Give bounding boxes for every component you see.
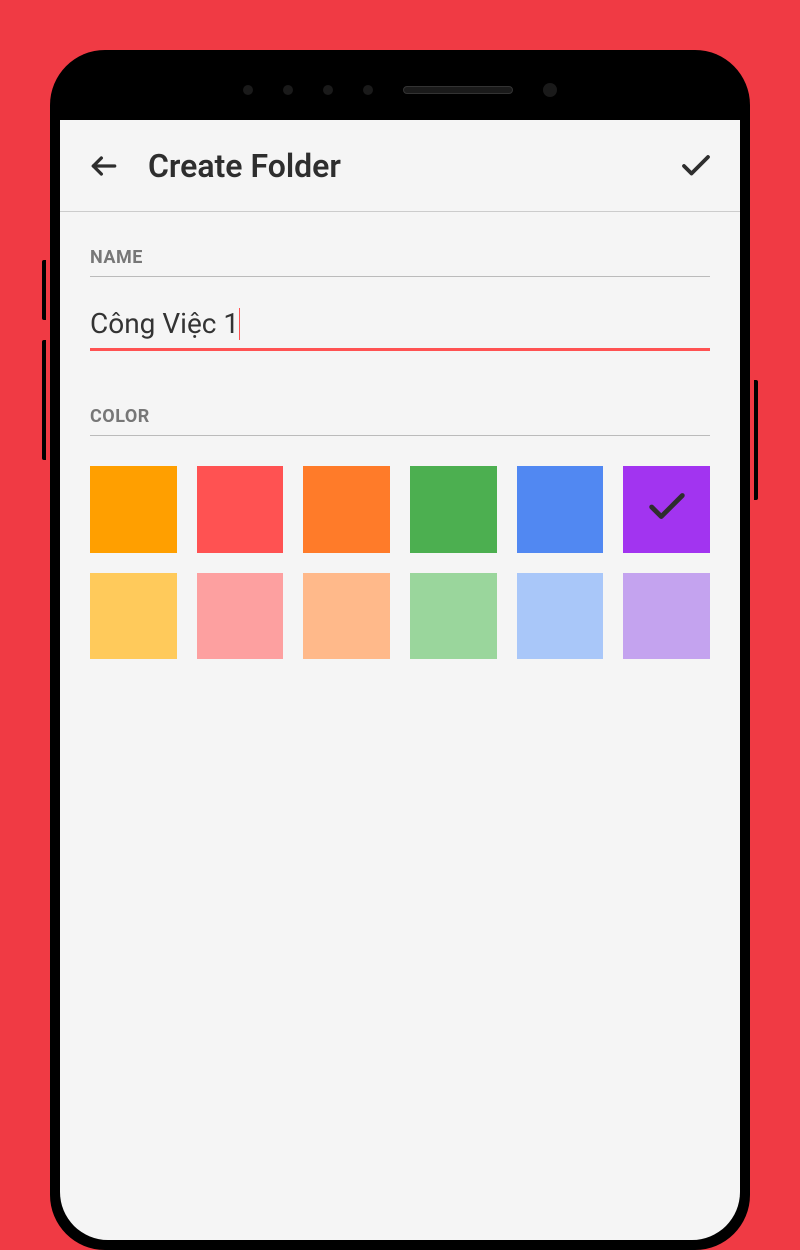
color-swatch-1[interactable] (197, 466, 284, 553)
page-title: Create Folder (148, 147, 676, 185)
app-header: Create Folder (60, 120, 740, 212)
color-swatch-8[interactable] (303, 573, 390, 660)
color-grid (90, 466, 710, 659)
color-swatch-6[interactable] (90, 573, 177, 660)
name-label: NAME (90, 247, 710, 277)
color-swatch-10[interactable] (517, 573, 604, 660)
color-label: COLOR (90, 406, 710, 436)
color-swatch-7[interactable] (197, 573, 284, 660)
app-screen: Create Folder NAME Công Việc 1 COLOR (60, 120, 740, 1240)
back-button[interactable] (84, 146, 124, 186)
color-swatch-9[interactable] (410, 573, 497, 660)
arrow-left-icon (88, 150, 120, 182)
color-swatch-0[interactable] (90, 466, 177, 553)
selected-check-icon (644, 484, 690, 534)
confirm-button[interactable] (676, 146, 716, 186)
color-swatch-5[interactable] (623, 466, 710, 553)
color-swatch-2[interactable] (303, 466, 390, 553)
color-swatch-3[interactable] (410, 466, 497, 553)
color-swatch-4[interactable] (517, 466, 604, 553)
phone-hardware-top (60, 60, 740, 120)
phone-frame: Create Folder NAME Công Việc 1 COLOR (50, 50, 750, 1250)
name-input[interactable]: Công Việc 1 (90, 307, 239, 340)
check-icon (678, 148, 714, 184)
color-swatch-11[interactable] (623, 573, 710, 660)
form-content: NAME Công Việc 1 COLOR (60, 212, 740, 694)
name-input-wrap[interactable]: Công Việc 1 (90, 307, 710, 351)
text-cursor (239, 308, 240, 340)
